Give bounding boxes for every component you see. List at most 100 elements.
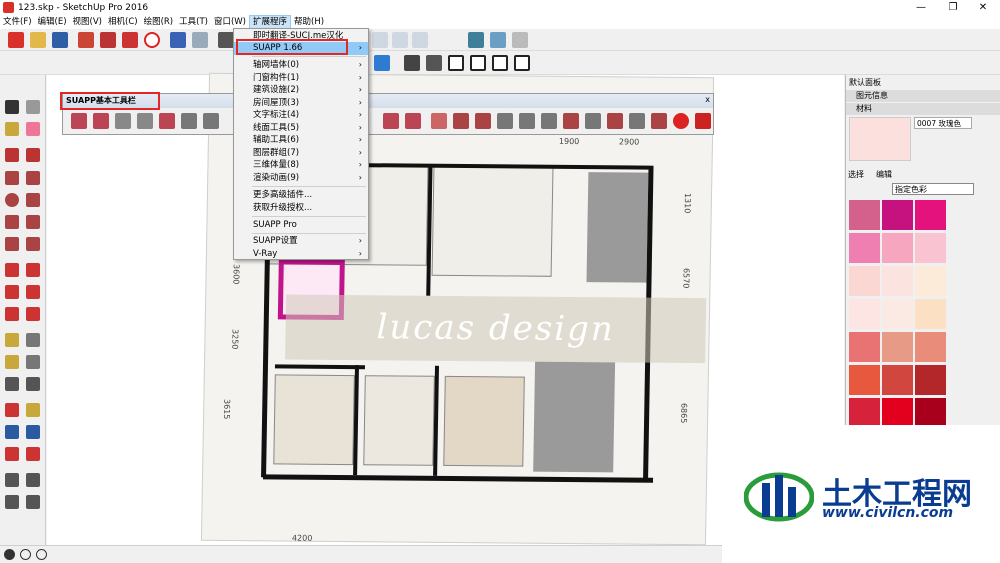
suapp-tool-icon[interactable] (607, 113, 623, 129)
camera-icon[interactable] (374, 55, 390, 71)
material-swatch[interactable] (849, 266, 880, 296)
menu-item[interactable]: 建筑设施(2) › (234, 84, 368, 97)
open-file-icon[interactable] (30, 32, 46, 48)
material-swatch[interactable] (915, 233, 946, 263)
rectangle-icon[interactable] (5, 171, 19, 185)
material-collection-select[interactable]: 指定色彩 (892, 183, 974, 195)
instructor-icon[interactable] (36, 549, 47, 560)
menu-item[interactable]: 更多高级插件... (234, 189, 368, 202)
menu-edit[interactable]: 编辑(E) (35, 15, 70, 29)
suapp-tool-icon[interactable] (159, 113, 175, 129)
view-icon[interactable] (372, 32, 388, 48)
offset-icon[interactable] (26, 307, 40, 321)
material-swatch[interactable] (882, 365, 913, 395)
warehouse-icon[interactable] (468, 32, 484, 48)
material-swatch[interactable] (882, 299, 913, 329)
menu-extensions[interactable]: 扩展程序 (249, 15, 292, 29)
view-icon[interactable] (392, 32, 408, 48)
zoom-icon[interactable] (5, 425, 19, 439)
suapp-close-icon[interactable]: x (705, 95, 710, 104)
left-view-icon[interactable] (514, 55, 530, 71)
credits-icon[interactable] (20, 549, 31, 560)
menu-item[interactable]: 房间屋顶(3) › (234, 97, 368, 110)
protractor-icon[interactable] (5, 355, 19, 369)
menu-camera[interactable]: 相机(C) (105, 15, 141, 29)
material-swatch[interactable] (882, 266, 913, 296)
menu-item[interactable]: 获取升级授权... (234, 202, 368, 215)
position-camera-icon[interactable] (5, 473, 19, 487)
orbit-icon[interactable] (5, 403, 19, 417)
entity-info-header[interactable]: 图元信息 (846, 90, 1000, 102)
previous-view-icon[interactable] (26, 447, 40, 461)
suapp-tool-icon[interactable] (431, 113, 447, 129)
suapp-tool-icon[interactable] (475, 113, 491, 129)
scale-icon[interactable] (5, 307, 19, 321)
select-icon[interactable] (5, 100, 19, 114)
suapp-tool-icon[interactable] (453, 113, 469, 129)
menu-item[interactable]: 三维体量(8) › (234, 159, 368, 172)
eraser-icon[interactable] (26, 122, 40, 136)
upload-icon[interactable] (512, 32, 528, 48)
material-swatch[interactable] (849, 233, 880, 263)
material-swatch[interactable] (849, 332, 880, 362)
push-pull-icon[interactable] (26, 263, 40, 277)
walk-icon[interactable] (5, 495, 19, 509)
menu-help[interactable]: 帮助(H) (291, 15, 327, 29)
material-swatch[interactable] (849, 299, 880, 329)
suapp-tool-icon[interactable] (115, 113, 131, 129)
material-swatch[interactable] (882, 233, 913, 263)
top-view-icon[interactable] (426, 55, 442, 71)
menu-item[interactable]: 线面工具(5) › (234, 122, 368, 135)
material-swatch[interactable] (882, 332, 913, 362)
material-swatch[interactable] (849, 200, 880, 230)
suapp-tool-icon[interactable] (203, 113, 219, 129)
component-icon[interactable] (26, 100, 40, 114)
redo-icon[interactable] (192, 32, 208, 48)
menu-item[interactable]: 轴网墙体(0) › (234, 59, 368, 72)
zoom-extents-icon[interactable] (5, 447, 19, 461)
iso-view-icon[interactable] (404, 55, 420, 71)
minimize-icon[interactable]: — (906, 0, 936, 15)
suapp-tool-icon[interactable] (93, 113, 109, 129)
right-view-icon[interactable] (470, 55, 486, 71)
section-plane-icon[interactable] (26, 495, 40, 509)
suapp-tool-icon[interactable] (497, 113, 513, 129)
zoom-window-icon[interactable] (26, 425, 40, 439)
tab-edit[interactable]: 编辑 (876, 169, 892, 180)
copy-icon[interactable] (100, 32, 116, 48)
material-swatch[interactable] (849, 365, 880, 395)
text-icon[interactable] (26, 355, 40, 369)
tab-select[interactable]: 选择 (848, 169, 864, 180)
suapp-tool-icon[interactable] (673, 113, 689, 129)
extension-warehouse-icon[interactable] (490, 32, 506, 48)
follow-me-icon[interactable] (26, 285, 40, 299)
suapp-tool-icon[interactable] (563, 113, 579, 129)
pencil-icon[interactable] (5, 148, 19, 162)
look-around-icon[interactable] (26, 473, 40, 487)
menu-tools[interactable]: 工具(T) (176, 15, 211, 29)
arc2-icon[interactable] (26, 215, 40, 229)
menu-item[interactable]: 辅助工具(6) › (234, 134, 368, 147)
material-swatch[interactable] (915, 200, 946, 230)
new-file-icon[interactable] (8, 32, 24, 48)
save-icon[interactable] (52, 32, 68, 48)
suapp-tool-icon[interactable] (541, 113, 557, 129)
paste-icon[interactable] (122, 32, 138, 48)
cut-icon[interactable] (78, 32, 94, 48)
back-view-icon[interactable] (492, 55, 508, 71)
menu-item[interactable]: SUAPP Pro (234, 219, 368, 232)
suapp-tool-icon[interactable] (629, 113, 645, 129)
menu-file[interactable]: 文件(F) (0, 15, 35, 29)
material-swatch[interactable] (915, 365, 946, 395)
menu-view[interactable]: 视图(V) (70, 15, 105, 29)
menu-draw[interactable]: 绘图(R) (141, 15, 177, 29)
menu-window[interactable]: 窗口(W) (211, 15, 249, 29)
menu-item[interactable]: 文字标注(4) › (234, 109, 368, 122)
suapp-tool-icon[interactable] (651, 113, 667, 129)
close-icon[interactable]: ✕ (968, 0, 998, 15)
suapp-tool-icon[interactable] (519, 113, 535, 129)
undo-icon[interactable] (170, 32, 186, 48)
3d-text-icon[interactable] (26, 377, 40, 391)
suapp-tool-icon[interactable] (383, 113, 399, 129)
suapp-logo-icon[interactable] (695, 113, 711, 129)
